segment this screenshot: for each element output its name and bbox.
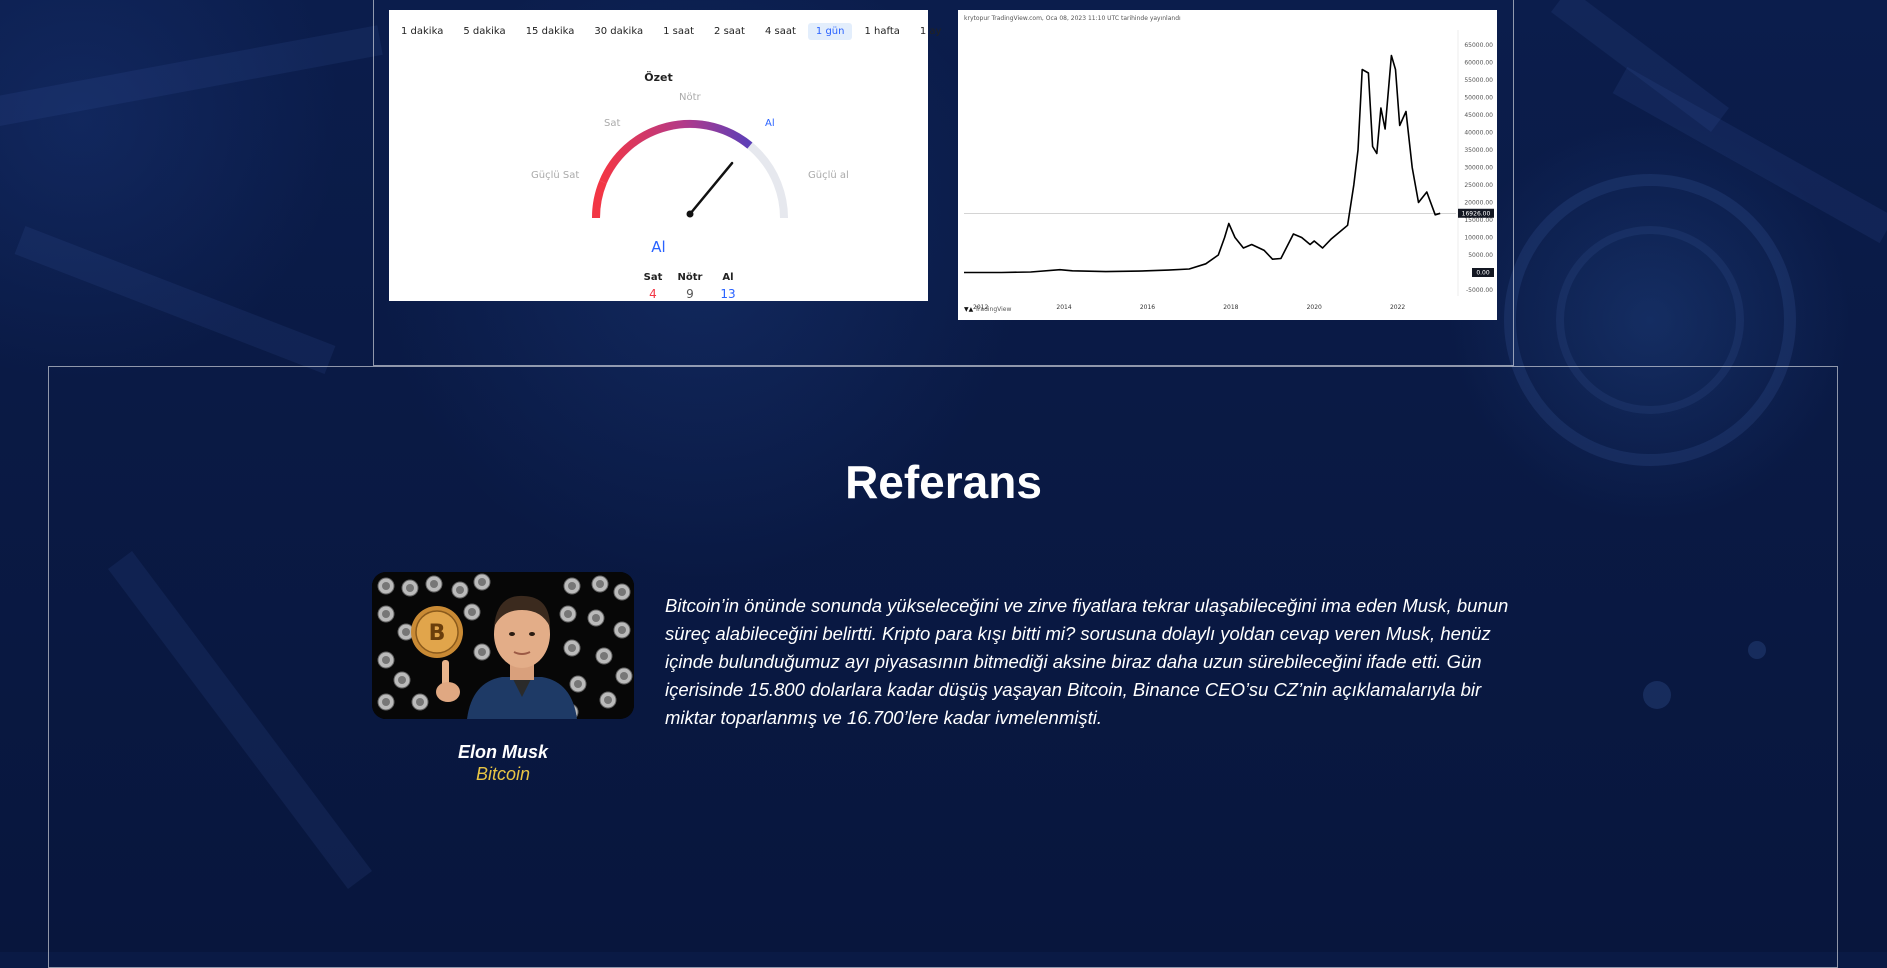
count-sell: Sat 4 xyxy=(633,272,673,301)
count-buy-label: Al xyxy=(722,272,734,283)
count-sell-value: 4 xyxy=(649,287,657,301)
x-tick-label: 2022 xyxy=(1390,304,1405,311)
gauge-label-sell: Sat xyxy=(604,118,621,129)
count-neutral-label: Nötr xyxy=(677,272,703,283)
gauge-label-buy: Al xyxy=(765,118,775,129)
x-tick-label: 2016 xyxy=(1140,304,1155,311)
tradingview-brand: ▼▲ TradingView xyxy=(964,306,1011,313)
gauge-sell-fill xyxy=(591,180,607,219)
y-tick-label: 55000.00 xyxy=(1464,77,1493,84)
gauge-pivot xyxy=(686,210,694,218)
y-tick-label: 40000.00 xyxy=(1464,130,1493,137)
y-tick-label: 50000.00 xyxy=(1464,95,1493,102)
y-tick-label: 25000.00 xyxy=(1464,182,1493,189)
x-tick-label: 2014 xyxy=(1056,304,1071,311)
price-series-line xyxy=(964,54,1441,274)
gauge-label-strong-buy: Güçlü al xyxy=(808,170,849,181)
reference-title: Referans xyxy=(845,456,1042,508)
tradingview-brand-text: TradingView xyxy=(975,306,1012,313)
person-photo: B xyxy=(372,572,634,719)
gauge-track xyxy=(592,120,788,219)
gauge-label-neutral: Nötr xyxy=(679,92,701,103)
count-neutral: Nötr 9 xyxy=(670,272,710,301)
current-price-label: 16926.00 xyxy=(1462,210,1491,217)
y-tick-label: 20000.00 xyxy=(1464,200,1493,207)
y-tick-label: 30000.00 xyxy=(1464,165,1493,172)
y-tick-label: 60000.00 xyxy=(1464,60,1493,67)
count-neutral-value: 9 xyxy=(686,287,694,301)
tradingview-logo-icon: ▼▲ xyxy=(964,306,974,313)
count-sell-label: Sat xyxy=(643,272,663,283)
technical-analysis-widget: 1 dakika 5 dakika 15 dakika 30 dakika 1 saat… xyxy=(389,10,941,301)
y-tick-label: 65000.00 xyxy=(1464,42,1493,49)
gauge-strong-fill xyxy=(599,119,753,184)
count-buy-value: 13 xyxy=(720,287,736,301)
gauge-label-strong-sell: Güçlü Sat xyxy=(531,170,580,181)
reference-quote: Bitcoin’in önünde sonunda yükseleceğini … xyxy=(665,595,1509,728)
y-tick-label: -5000.00 xyxy=(1466,287,1493,294)
person-role: Bitcoin xyxy=(475,764,531,784)
price-chart: 65000.00 60000.00 55000.00 50000.00 45000.00… xyxy=(964,30,1494,311)
gauge-needle xyxy=(688,161,734,216)
photo-coin-letter: B xyxy=(429,621,446,646)
x-tick-label: 2020 xyxy=(1307,304,1322,311)
y-tick-label: 15000.00 xyxy=(1464,217,1493,224)
gauge-signal: Al xyxy=(651,238,666,256)
price-chart-widget: krytopur TradingView.com, Oca 08, 2023 1… xyxy=(958,10,1497,320)
y-tick-label: 5000.00 xyxy=(1468,252,1493,259)
y-tick-label: 35000.00 xyxy=(1464,147,1493,154)
y-tick-label: 10000.00 xyxy=(1464,235,1493,242)
count-buy: Al 13 xyxy=(708,272,748,301)
x-tick-label: 2018 xyxy=(1223,304,1238,311)
person-name: Elon Musk xyxy=(457,742,548,762)
zero-label: 0.00 xyxy=(1476,270,1490,277)
y-tick-label: 45000.00 xyxy=(1464,112,1493,119)
gauge xyxy=(591,119,788,219)
